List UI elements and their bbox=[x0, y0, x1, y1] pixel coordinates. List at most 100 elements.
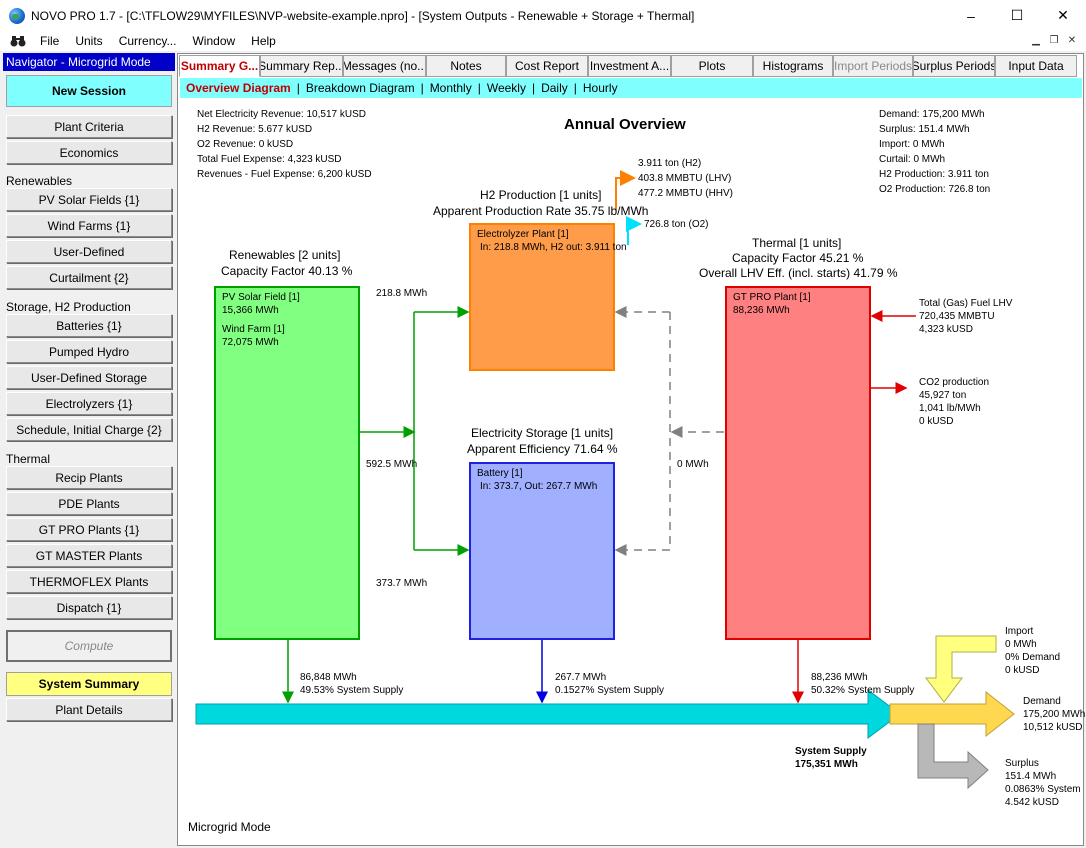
thermal-efficiency: Overall LHV Eff. (incl. starts) 41.79 % bbox=[699, 266, 898, 280]
thermoflex-plants-button[interactable]: THERMOFLEX Plants bbox=[6, 570, 172, 593]
tab-strip: Summary G... Summary Rep... Messages (no… bbox=[179, 55, 1077, 77]
summary-h2-production: H2 Production: 3.911 ton bbox=[879, 169, 989, 180]
flow-renew-total-label: 592.5 MWh bbox=[366, 459, 418, 470]
demand-arrow bbox=[889, 690, 1015, 738]
tab-plots[interactable]: Plots bbox=[671, 55, 753, 77]
fuel-cost: 4,323 kUSD bbox=[919, 324, 973, 335]
co2-cost: 0 kUSD bbox=[919, 416, 954, 427]
demand-cost: 10,512 kUSD bbox=[1023, 722, 1083, 733]
section-renewables: Renewables bbox=[6, 174, 73, 188]
electrolyzer-box[interactable]: Electrolyzer Plant [1] In: 218.8 MWh, H2… bbox=[469, 223, 627, 371]
menu-window[interactable]: Window bbox=[186, 34, 245, 48]
schedule-initial-charge-button[interactable]: Schedule, Initial Charge {2} bbox=[6, 418, 172, 441]
surplus-cost: 4.542 kUSD bbox=[1005, 797, 1059, 808]
summary-o2-revenue: O2 Revenue: 0 kUSD bbox=[197, 139, 294, 150]
new-session-button[interactable]: New Session bbox=[6, 75, 172, 107]
menu-help[interactable]: Help bbox=[245, 34, 286, 48]
subtab-bar: Overview Diagram | Breakdown Diagram | Mon… bbox=[180, 78, 1082, 98]
pv-solar-value: 15,366 MWh bbox=[222, 305, 279, 316]
tab-cost-report[interactable]: Cost Report bbox=[506, 55, 588, 77]
h2-production-title: H2 Production [1 units] bbox=[480, 188, 602, 202]
h2-production-rate: Apparent Production Rate 35.75 lb/MWh bbox=[433, 204, 649, 218]
electrolyzers-button[interactable]: Electrolyzers {1} bbox=[6, 392, 172, 415]
tab-investment-analysis[interactable]: Investment A... bbox=[588, 55, 671, 77]
tab-summary-graphics[interactable]: Summary G... bbox=[179, 55, 260, 77]
section-storage: Storage, H2 Production bbox=[6, 300, 131, 314]
plant-criteria-button[interactable]: Plant Criteria bbox=[6, 115, 172, 138]
user-defined-button[interactable]: User-Defined bbox=[6, 240, 172, 263]
mdi-minimize-icon[interactable]: ▁ bbox=[1028, 33, 1044, 47]
subtab-daily[interactable]: Daily bbox=[537, 81, 572, 95]
summary-revenue-minus-fuel: Revenues - Fuel Expense: 6,200 kUSD bbox=[197, 169, 372, 180]
diagram-title: Annual Overview bbox=[564, 116, 686, 133]
binoculars-icon[interactable] bbox=[10, 35, 26, 47]
tab-summary-report[interactable]: Summary Rep... bbox=[260, 55, 343, 77]
pumped-hydro-button[interactable]: Pumped Hydro bbox=[6, 340, 172, 363]
summary-surplus: Surplus: 151.4 MWh bbox=[879, 124, 970, 135]
menu-currency[interactable]: Currency... bbox=[113, 34, 187, 48]
tab-input-data[interactable]: Input Data bbox=[995, 55, 1077, 77]
menu-file[interactable]: File bbox=[34, 34, 69, 48]
maximize-button[interactable]: ☐ bbox=[994, 0, 1040, 31]
summary-curtail: Curtail: 0 MWh bbox=[879, 154, 946, 165]
o2-out-arrow bbox=[626, 216, 642, 245]
pv-solar-fields-button[interactable]: PV Solar Fields {1} bbox=[6, 188, 172, 211]
batteries-button[interactable]: Batteries {1} bbox=[6, 314, 172, 337]
surplus-arrow bbox=[917, 723, 989, 790]
minimize-button[interactable]: – bbox=[948, 0, 994, 31]
battery-box[interactable]: Battery [1] In: 373.7, Out: 267.7 MWh bbox=[469, 462, 615, 640]
renewables-box[interactable]: PV Solar Field [1] 15,366 MWh Wind Farm … bbox=[214, 286, 360, 640]
gt-pro-plants-button[interactable]: GT PRO Plants {1} bbox=[6, 518, 172, 541]
curtailment-button[interactable]: Curtailment {2} bbox=[6, 266, 172, 289]
mdi-restore-icon[interactable]: ❐ bbox=[1046, 33, 1062, 47]
tab-messages[interactable]: Messages (no... bbox=[343, 55, 426, 77]
renewables-capacity-factor: Capacity Factor 40.13 % bbox=[221, 264, 353, 278]
h2-out-ton: 3.911 ton (H2) bbox=[638, 158, 702, 169]
compute-button[interactable]: Compute bbox=[6, 630, 172, 662]
summary-import: Import: 0 MWh bbox=[879, 139, 945, 150]
menu-bar: File Units Currency... Window Help bbox=[0, 31, 1086, 51]
section-thermal: Thermal bbox=[6, 452, 51, 466]
flow-to-storage-label: 373.7 MWh bbox=[376, 578, 428, 589]
summary-o2-production: O2 Production: 726.8 ton bbox=[879, 184, 991, 195]
storage-title: Electricity Storage [1 units] bbox=[471, 426, 614, 440]
economics-button[interactable]: Economics bbox=[6, 141, 172, 164]
tab-import-periods[interactable]: Import Periods bbox=[833, 55, 913, 77]
h2-out-hhv: 477.2 MMBTU (HHV) bbox=[638, 188, 734, 199]
plant-details-button[interactable]: Plant Details bbox=[6, 698, 172, 721]
app-globe-icon bbox=[9, 7, 25, 24]
gt-master-plants-button[interactable]: GT MASTER Plants bbox=[6, 544, 172, 567]
storage-efficiency: Apparent Efficiency 71.64 % bbox=[467, 442, 618, 456]
user-defined-storage-button[interactable]: User-Defined Storage bbox=[6, 366, 172, 389]
renew-out-share: 49.53% System Supply bbox=[300, 685, 404, 696]
system-supply-value: 175,351 MWh bbox=[795, 759, 858, 770]
title-bar: NOVO PRO 1.7 - [C:\TFLOW29\MYFILES\NVP-w… bbox=[0, 0, 1086, 31]
menu-units[interactable]: Units bbox=[69, 34, 112, 48]
tab-histograms[interactable]: Histograms bbox=[753, 55, 833, 77]
subtab-hourly[interactable]: Hourly bbox=[579, 81, 622, 95]
close-button[interactable]: ✕ bbox=[1040, 0, 1086, 31]
tab-notes[interactable]: Notes bbox=[426, 55, 506, 77]
subtab-monthly[interactable]: Monthly bbox=[426, 81, 476, 95]
system-summary-button[interactable]: System Summary bbox=[6, 672, 172, 696]
subtab-weekly[interactable]: Weekly bbox=[483, 81, 530, 95]
battery-flow: In: 373.7, Out: 267.7 MWh bbox=[480, 481, 598, 492]
pde-plants-button[interactable]: PDE Plants bbox=[6, 492, 172, 515]
wind-farms-button[interactable]: Wind Farms {1} bbox=[6, 214, 172, 237]
main-panel: Summary G... Summary Rep... Messages (no… bbox=[177, 53, 1085, 846]
gt-pro-box[interactable]: GT PRO Plant [1] 88,236 MWh bbox=[725, 286, 871, 640]
subtab-breakdown-diagram[interactable]: Breakdown Diagram bbox=[302, 81, 419, 95]
summary-net-revenue: Net Electricity Revenue: 10,517 kUSD bbox=[197, 109, 366, 120]
microgrid-mode-label: Microgrid Mode bbox=[188, 820, 271, 834]
navigator-panel: Navigator - Microgrid Mode New Session P… bbox=[3, 53, 175, 846]
tab-surplus-periods[interactable]: Surplus Periods bbox=[913, 55, 995, 77]
summary-h2-revenue: H2 Revenue: 5.677 kUSD bbox=[197, 124, 313, 135]
flow-thermal-to-storage-label: 0 MWh bbox=[677, 459, 709, 470]
h2-out-lhv: 403.8 MMBTU (LHV) bbox=[638, 173, 732, 184]
mdi-close-icon[interactable]: ✕ bbox=[1064, 33, 1080, 47]
summary-fuel-expense: Total Fuel Expense: 4,323 kUSD bbox=[197, 154, 342, 165]
summary-demand: Demand: 175,200 MWh bbox=[879, 109, 985, 120]
recip-plants-button[interactable]: Recip Plants bbox=[6, 466, 172, 489]
dispatch-button[interactable]: Dispatch {1} bbox=[6, 596, 172, 619]
subtab-overview-diagram[interactable]: Overview Diagram bbox=[182, 81, 295, 95]
